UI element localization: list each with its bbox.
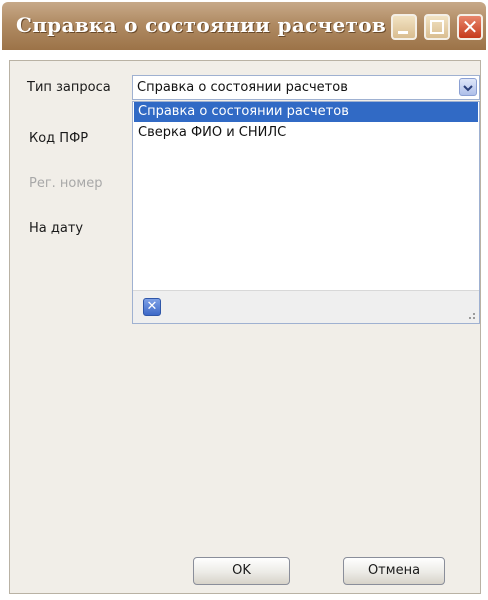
dropdown-option-sverka[interactable]: Сверка ФИО и СНИЛС bbox=[134, 123, 478, 143]
request-type-label: Тип запроса bbox=[27, 80, 111, 95]
date-label: На дату bbox=[29, 221, 84, 236]
clear-selection-button[interactable]: ✕ bbox=[143, 298, 161, 316]
cancel-button[interactable]: Отмена bbox=[343, 557, 445, 585]
chevron-down-icon bbox=[463, 85, 473, 92]
maximize-button[interactable] bbox=[424, 14, 450, 40]
dropdown-footer: ✕ bbox=[133, 290, 479, 323]
close-icon: ✕ bbox=[461, 15, 479, 39]
dialog-window: Справка о состоянии расчетов ✕ Тип запро… bbox=[0, 0, 488, 600]
request-type-select[interactable]: Справка о состоянии расчетов bbox=[132, 75, 480, 100]
dropdown-option-spravka[interactable]: Справка о состоянии расчетов bbox=[134, 102, 478, 122]
window-title: Справка о состоянии расчетов bbox=[16, 13, 387, 37]
resize-grip-icon[interactable] bbox=[466, 310, 476, 320]
kod-pfr-label: Код ПФР bbox=[29, 131, 89, 146]
minimize-icon bbox=[398, 31, 408, 34]
title-bar[interactable]: Справка о состоянии расчетов ✕ bbox=[2, 2, 486, 50]
request-type-dropdown: Справка о состоянии расчетов Сверка ФИО … bbox=[132, 101, 480, 324]
clear-icon: ✕ bbox=[146, 299, 158, 314]
request-type-value: Справка о состоянии расчетов bbox=[137, 80, 348, 95]
dialog-content: Тип запроса Код ПФР Рег. номер На дату С… bbox=[9, 60, 481, 594]
reg-number-label: Рег. номер bbox=[29, 176, 103, 191]
maximize-icon bbox=[430, 20, 444, 34]
ok-button[interactable]: OK bbox=[193, 557, 290, 585]
minimize-button[interactable] bbox=[391, 14, 417, 40]
dropdown-toggle-button[interactable] bbox=[459, 78, 477, 96]
close-button[interactable]: ✕ bbox=[457, 14, 483, 40]
